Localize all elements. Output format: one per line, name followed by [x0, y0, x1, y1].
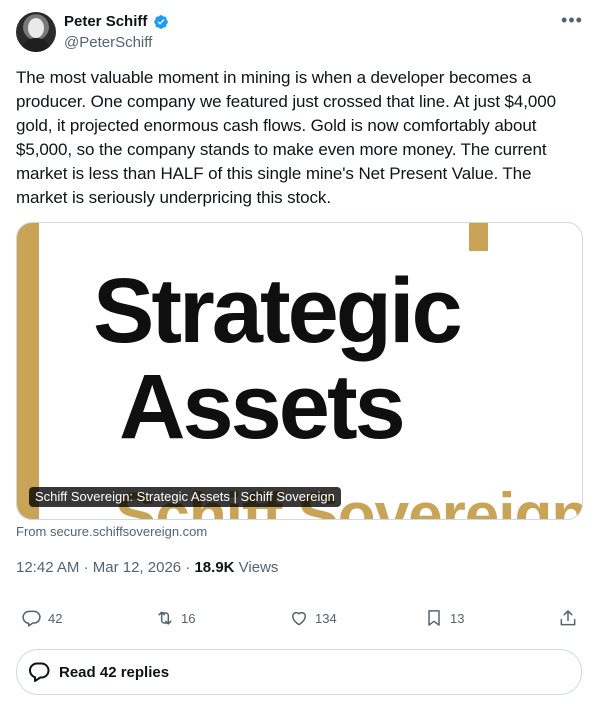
- card-headline-line1: Strategic: [93, 260, 463, 362]
- link-card[interactable]: Strategic Assets Schiff Sovereign Schiff…: [16, 222, 583, 520]
- tweet-text: The most valuable moment in mining is wh…: [16, 68, 556, 207]
- author-avatar[interactable]: [16, 12, 56, 52]
- tweet-date[interactable]: Mar 12, 2026: [93, 559, 181, 576]
- verified-badge-icon: [154, 15, 168, 29]
- card-gold-bar: [17, 223, 39, 519]
- tweet-time[interactable]: 12:42 AM: [16, 559, 79, 576]
- retweet-count: 16: [181, 610, 196, 626]
- reply-button[interactable]: 42: [22, 604, 62, 632]
- reply-count: 42: [48, 610, 63, 626]
- author-name[interactable]: Peter Schiff: [64, 12, 147, 32]
- card-overlay-title: Schiff Sovereign: Strategic Assets | Sch…: [29, 487, 341, 507]
- read-replies-label: Read 42 replies: [59, 663, 170, 681]
- tweet-actions: 42 16 134 13: [0, 604, 598, 632]
- bookmark-icon: [428, 610, 440, 626]
- like-button[interactable]: 134: [289, 604, 337, 632]
- card-headline-line2: Assets: [119, 356, 406, 458]
- bookmark-button[interactable]: 13: [424, 604, 464, 632]
- author-handle[interactable]: @PeterSchiff: [64, 33, 152, 53]
- read-replies-button[interactable]: Read 42 replies: [16, 649, 582, 695]
- like-count: 134: [315, 610, 337, 626]
- more-options-icon[interactable]: •••: [560, 10, 584, 30]
- retweet-button[interactable]: 16: [155, 604, 195, 632]
- meta-separator: ·: [185, 559, 191, 576]
- views-label: Views: [238, 559, 279, 576]
- heart-icon: [292, 611, 306, 626]
- card-source-link[interactable]: From secure.schiffsovereign.com: [16, 524, 207, 540]
- retweet-icon: [158, 611, 172, 625]
- tweet-meta: 12:42 AM · Mar 12, 2026 · 18.9K Views: [16, 558, 278, 578]
- card-gold-accent: [469, 223, 488, 251]
- avatar-head: [28, 18, 44, 38]
- share-icon: [560, 610, 576, 626]
- replies-bubble-icon: [28, 662, 50, 682]
- views-count: 18.9K: [194, 559, 235, 576]
- bookmark-count: 13: [450, 610, 465, 626]
- meta-separator: ·: [83, 559, 89, 576]
- avatar-body: [20, 38, 52, 52]
- reply-icon: [22, 610, 41, 627]
- share-button[interactable]: [558, 604, 578, 632]
